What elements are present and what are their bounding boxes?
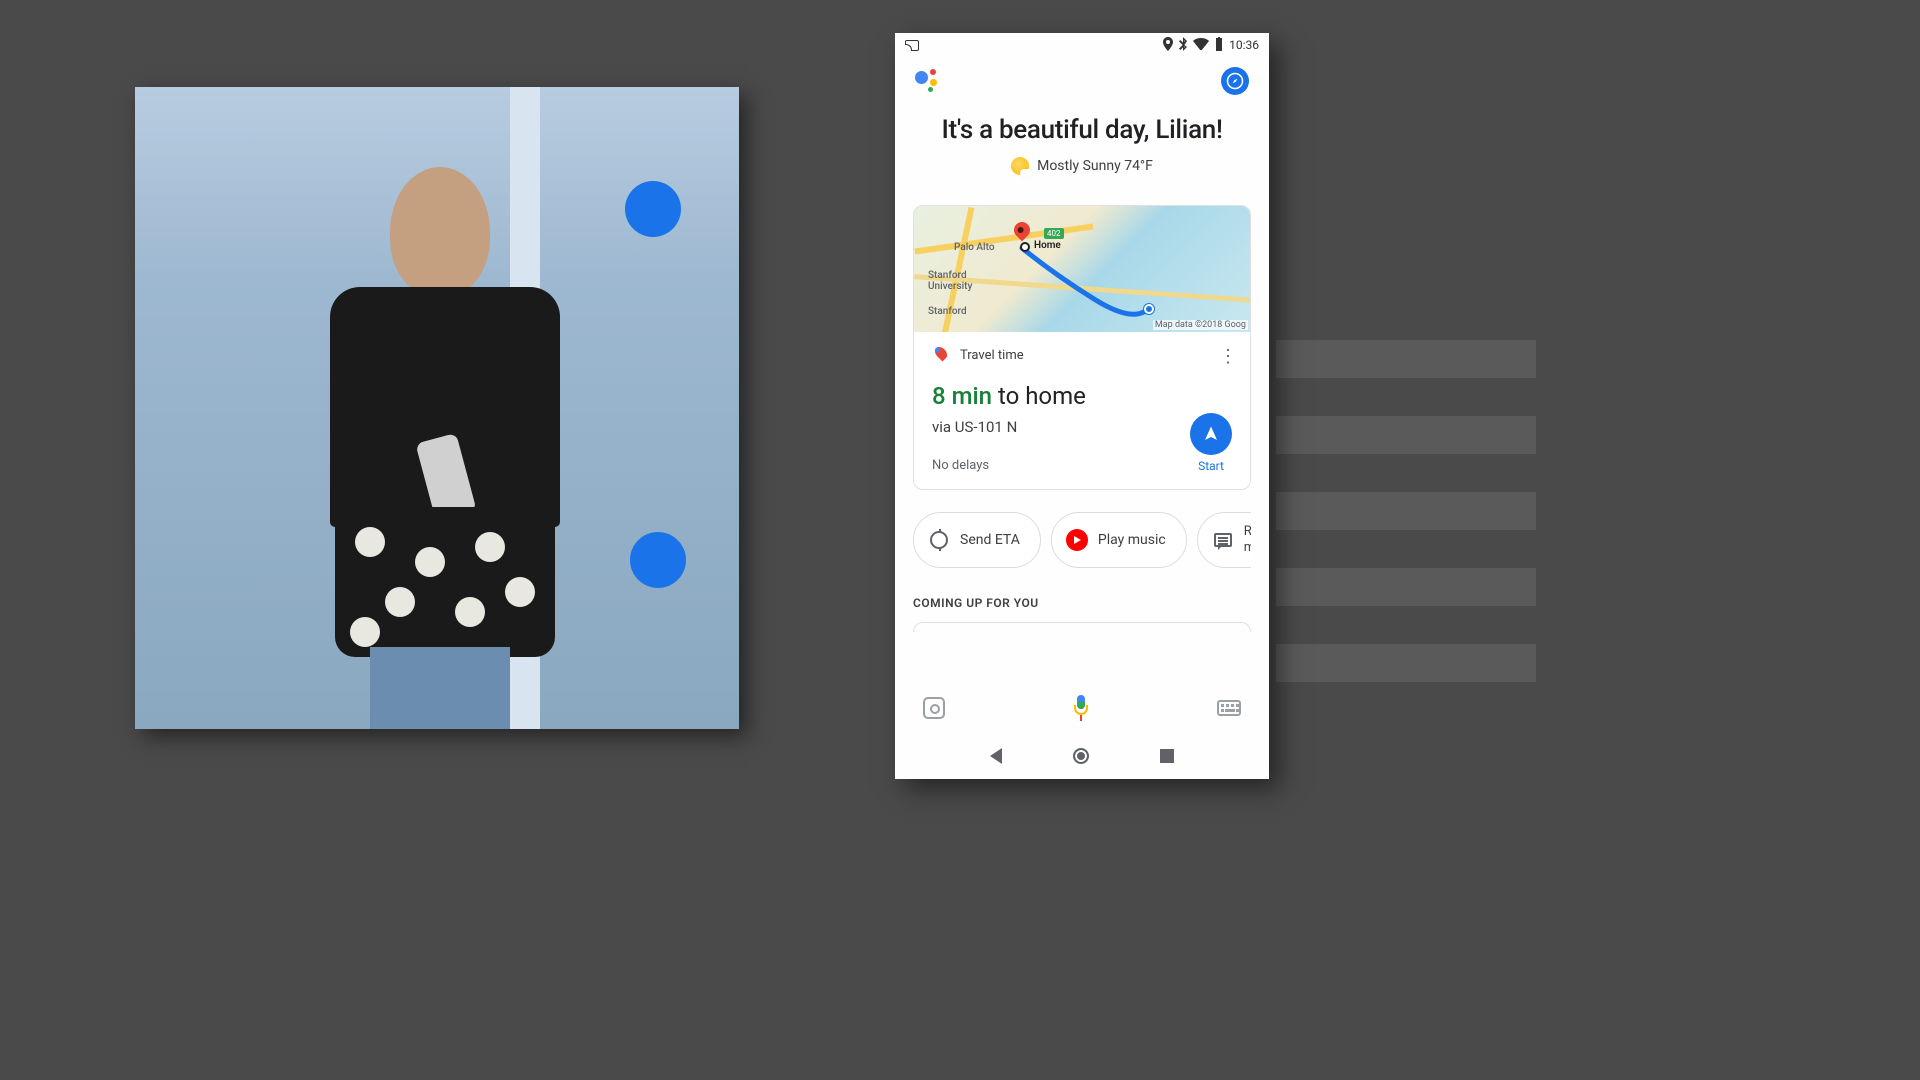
card-overflow-button[interactable]: ⋮ — [1219, 346, 1236, 367]
mostly-sunny-icon — [1011, 157, 1029, 175]
status-time: 10:36 — [1229, 38, 1259, 52]
assistant-header — [895, 57, 1269, 105]
map-home-marker-icon — [1020, 242, 1030, 252]
play-music-label: Play music — [1098, 532, 1166, 548]
travel-time-card[interactable]: Palo Alto Home Stanford University Stanf… — [913, 205, 1251, 490]
start-navigation-label: Start — [1190, 459, 1232, 473]
cast-icon — [905, 40, 919, 51]
compass-icon — [1226, 72, 1244, 90]
coming-up-section-header: COMING UP FOR YOU — [913, 596, 1251, 610]
nav-home-button[interactable] — [1073, 748, 1089, 764]
weather-summary: Mostly Sunny 74°F — [895, 157, 1269, 175]
background-stripes — [1276, 340, 1536, 740]
play-music-chip[interactable]: Play music — [1051, 512, 1187, 568]
send-eta-chip[interactable]: Send ETA — [913, 512, 1041, 568]
travel-card-title: Travel time — [960, 348, 1024, 363]
phone-device-frame: 10:36 It's a beautiful day, Lilian! Most… — [895, 33, 1269, 779]
greeting-title: It's a beautiful day, Lilian! — [895, 115, 1269, 145]
route-line — [1014, 244, 1194, 324]
explore-button[interactable] — [1221, 67, 1249, 95]
map-current-location-icon — [1144, 304, 1154, 314]
read-messages-label: Reames — [1244, 524, 1251, 555]
nav-recent-apps-button[interactable] — [1160, 749, 1174, 763]
google-lens-button[interactable] — [923, 697, 945, 719]
nav-back-button[interactable] — [990, 748, 1002, 764]
upcoming-card-peek[interactable] — [913, 622, 1251, 632]
location-icon — [1163, 37, 1173, 54]
map-attribution: Map data ©2018 Goog — [1153, 320, 1248, 330]
map-university-label-1: Stanford University — [928, 270, 972, 292]
assistant-input-bar — [895, 683, 1269, 733]
message-icon — [1214, 533, 1232, 547]
weather-text: Mostly Sunny 74°F — [1037, 158, 1153, 174]
start-navigation-button[interactable] — [1190, 413, 1232, 455]
map-thumbnail: Palo Alto Home Stanford University Stanf… — [914, 206, 1250, 332]
travel-traffic-status: No delays — [932, 458, 1232, 473]
travel-time-heading: 8 min to home — [932, 382, 1232, 410]
crosshair-icon — [930, 531, 948, 549]
map-city-label: Palo Alto — [954, 242, 995, 253]
navigation-arrow-icon — [1202, 425, 1220, 443]
content-scroll-area[interactable]: Palo Alto Home Stanford University Stanf… — [895, 205, 1269, 683]
google-assistant-logo-icon — [915, 69, 939, 93]
travel-route: via US-101 N — [932, 418, 1232, 436]
keyboard-button[interactable] — [1217, 700, 1241, 716]
bluetooth-icon — [1179, 37, 1187, 54]
map-road-badge: 402 — [1044, 228, 1064, 239]
youtube-music-icon — [1066, 529, 1088, 551]
suggestion-chips-row: Send ETA Play music Reames — [913, 512, 1251, 568]
read-messages-chip[interactable]: Reames — [1197, 512, 1251, 568]
microphone-button[interactable] — [1072, 695, 1090, 721]
send-eta-label: Send ETA — [960, 532, 1020, 548]
status-bar: 10:36 — [895, 33, 1269, 57]
travel-duration: 8 min — [932, 382, 992, 410]
travel-destination: to home — [992, 382, 1086, 410]
android-navigation-bar — [895, 733, 1269, 779]
google-maps-icon — [932, 346, 950, 364]
presenter-photo — [135, 87, 739, 729]
wifi-icon — [1193, 38, 1209, 53]
map-university-label-2: Stanford — [928, 306, 967, 317]
battery-icon — [1215, 37, 1223, 54]
